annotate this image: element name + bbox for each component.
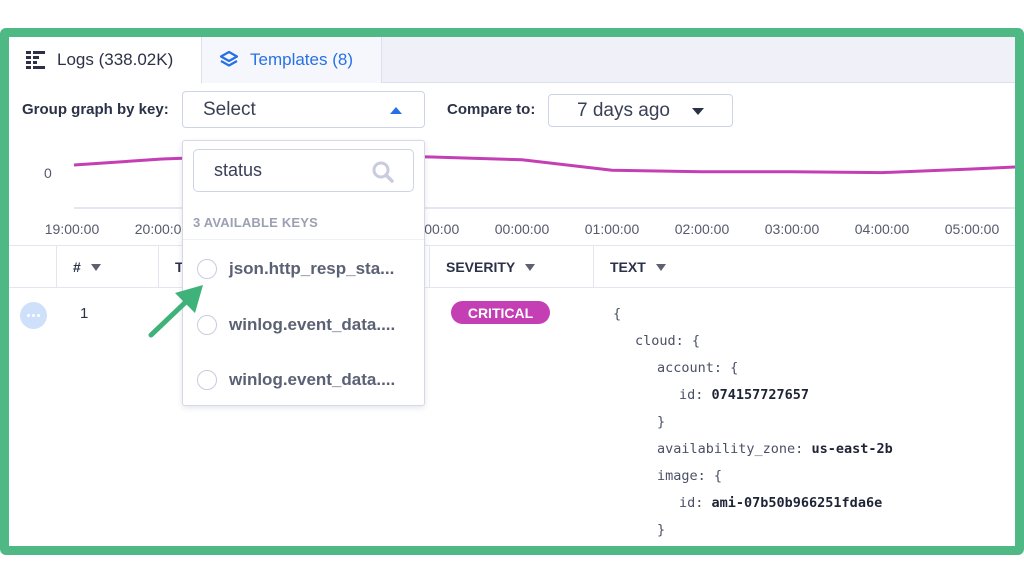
json-value: us-east-2b [811, 441, 893, 457]
tab-templates-label: Templates (8) [250, 50, 353, 69]
json-line: image: { [613, 463, 893, 490]
json-line: id: 074157727657 [613, 382, 893, 409]
logs-list-icon [26, 51, 45, 69]
layers-icon [219, 50, 239, 67]
compare-to-select[interactable]: 7 days ago [548, 94, 733, 127]
column-header-severity[interactable]: SEVERITY [430, 246, 594, 288]
tab-bar: Logs (338.02K) Templates (8) [9, 37, 1015, 84]
highlight-frame: Logs (338.02K) Templates (8) Group graph… [0, 28, 1024, 555]
compare-to-select-value: 7 days ago [577, 99, 670, 121]
log-text-json: { cloud: { account: { id: 074157727657} avai… [613, 301, 893, 544]
tab-logs-label: Logs (338.02K) [57, 50, 174, 69]
sort-icon[interactable] [525, 263, 536, 271]
radio-button[interactable] [197, 370, 217, 390]
json-line: } [613, 517, 893, 544]
x-tick-label: 05:00:00 [945, 221, 1000, 237]
group-by-select[interactable]: Select [182, 91, 425, 128]
row-more-options-button[interactable] [20, 302, 47, 329]
column-header-text[interactable]: TEXT [594, 246, 1015, 288]
annotation-arrow-icon [148, 285, 203, 338]
log-explorer: Logs (338.02K) Templates (8) Group graph… [9, 37, 1015, 546]
key-search-input[interactable]: status [193, 149, 414, 192]
available-keys-header: 3 AVAILABLE KEYS [193, 215, 319, 230]
x-tick-label: 02:00:00 [675, 221, 730, 237]
divider [183, 239, 424, 240]
json-value: 074157727657 [711, 387, 810, 403]
x-tick-label: 00:00:00 [495, 221, 550, 237]
json-line: availability_zone: us-east-2b [613, 436, 893, 463]
key-option[interactable]: winlog.event_data.... [197, 365, 395, 395]
json-line: account: { [613, 355, 893, 382]
json-key: availability_zone: [657, 441, 812, 457]
json-line: { [613, 301, 893, 328]
json-line: cloud: { [613, 328, 893, 355]
json-key: cloud: { [635, 333, 701, 349]
json-key: } [657, 414, 666, 430]
key-option[interactable]: winlog.event_data.... [197, 310, 395, 340]
caret-up-icon [390, 107, 402, 114]
json-line: } [613, 409, 893, 436]
severity-badge: CRITICAL [451, 301, 550, 324]
sort-icon[interactable] [90, 263, 101, 271]
json-key: id: [679, 495, 712, 511]
column-header-actions [9, 246, 57, 288]
json-key: } [657, 522, 666, 538]
column-header-number[interactable]: # [57, 246, 159, 288]
x-tick-label: 01:00:00 [585, 221, 640, 237]
volume-chart: 0 19:00:0020:00:0021:00:0022:00:0023:00:… [44, 153, 1015, 237]
y-tick-label: 0 [44, 165, 52, 181]
key-search-value: status [214, 160, 263, 180]
x-tick-label: 19:00:00 [45, 221, 100, 237]
tab-logs[interactable]: Logs (338.02K) [9, 37, 202, 84]
json-key: id: [679, 387, 712, 403]
group-by-select-value: Select [203, 98, 256, 120]
search-icon [372, 161, 394, 183]
key-option[interactable]: json.http_resp_sta... [197, 254, 394, 284]
x-tick-label: 04:00:00 [855, 221, 910, 237]
json-key: { [613, 306, 622, 322]
compare-to-label: Compare to: [447, 101, 536, 118]
sort-icon[interactable] [655, 263, 666, 271]
caret-down-icon [692, 108, 704, 115]
row-number: 1 [80, 305, 89, 322]
json-line: id: ami-07b50b966251fda6e [613, 490, 893, 517]
json-key: account: { [657, 360, 739, 376]
json-key: image: { [657, 468, 723, 484]
more-dots-icon [27, 314, 30, 317]
group-by-label: Group graph by key: [22, 101, 169, 118]
x-tick-label: 03:00:00 [765, 221, 820, 237]
json-value: ami-07b50b966251fda6e [711, 495, 883, 511]
tab-templates[interactable]: Templates (8) [202, 37, 382, 83]
